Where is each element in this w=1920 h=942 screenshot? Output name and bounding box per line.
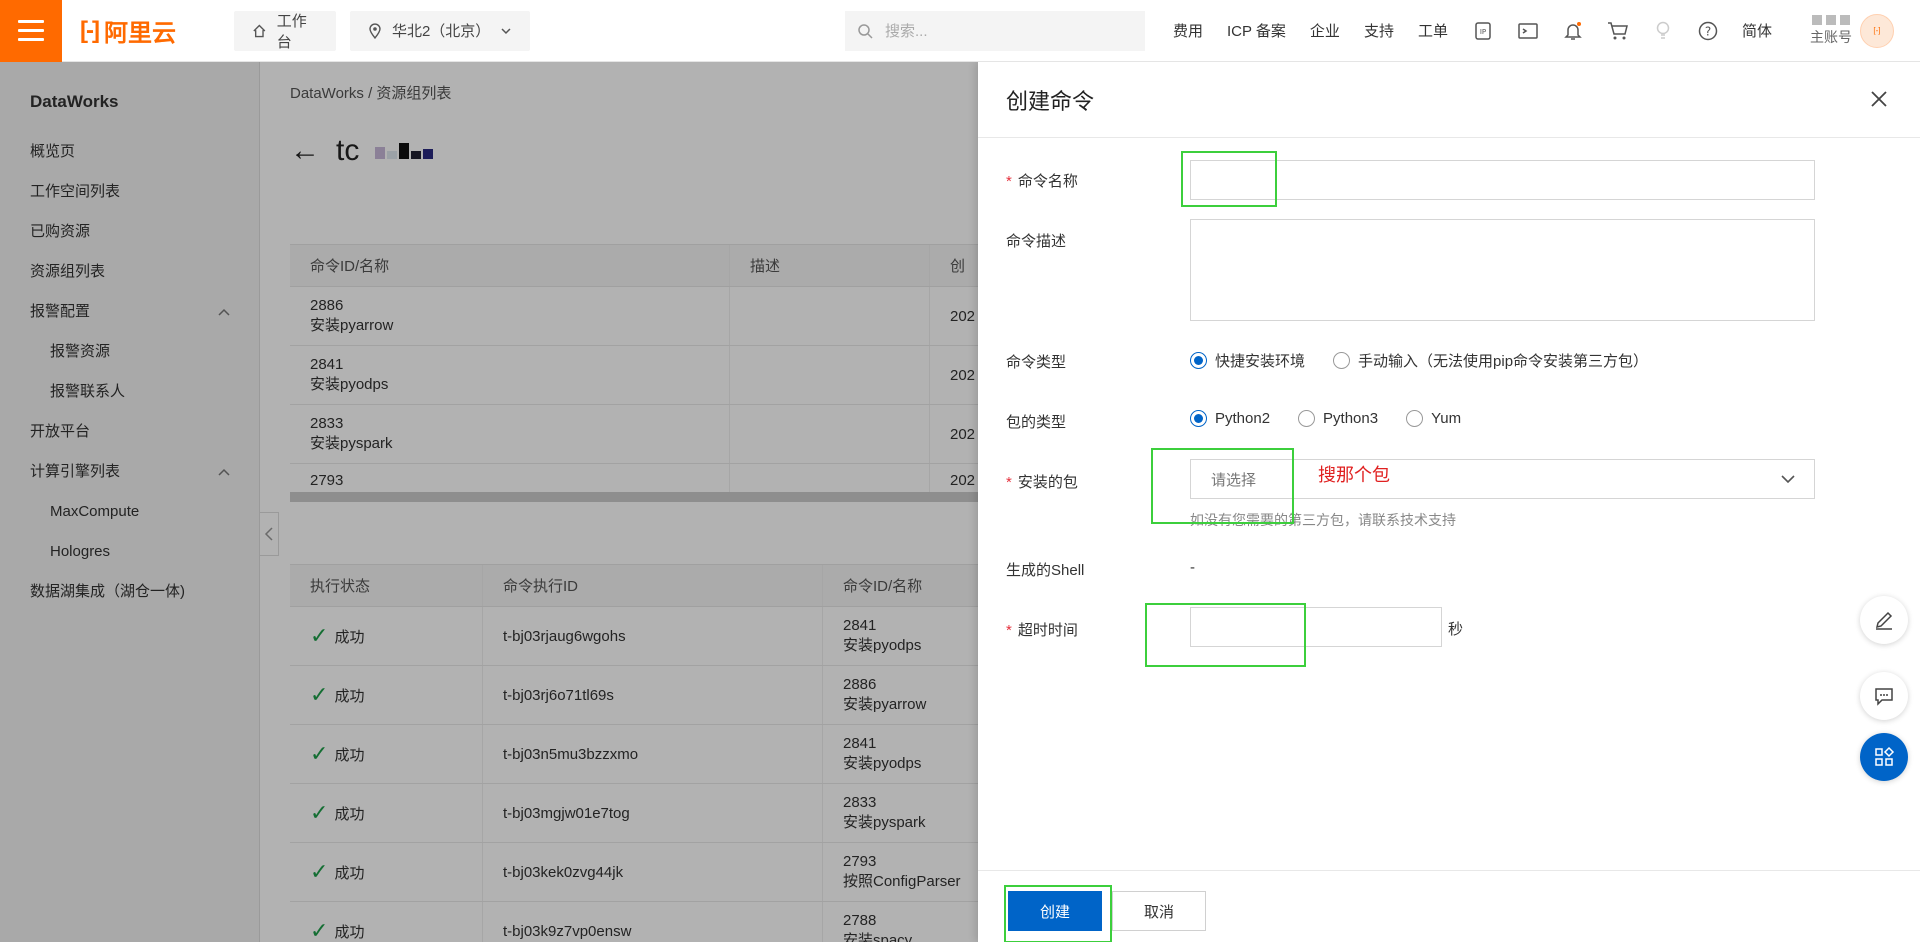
search-icon (858, 23, 873, 39)
help-icon[interactable]: ? (1697, 20, 1719, 42)
aliyun-logo[interactable]: [-] 阿里云 (80, 13, 200, 48)
search-placeholder: 搜索... (885, 23, 928, 40)
nav-billing[interactable]: 费用 (1173, 20, 1203, 41)
package-type-radio-group: Python2 Python3 Yum (1190, 410, 1461, 427)
language-switch[interactable]: 简体 (1742, 20, 1772, 41)
command-name-label: * 命令名称 (1006, 173, 1078, 190)
chevron-down-icon (501, 27, 511, 34)
home-icon (253, 24, 266, 37)
cancel-button[interactable]: 取消 (1112, 891, 1206, 931)
top-nav: 费用 ICP 备案 企业 支持 工单 IP ? 简体 (1173, 20, 1796, 42)
global-search-input[interactable]: 搜索... (845, 10, 1145, 51)
shell-label: 生成的Shell (1006, 562, 1085, 579)
nav-ticket[interactable]: 工单 (1418, 20, 1448, 41)
drawer-header: 创建命令 (978, 62, 1920, 138)
chat-button[interactable] (1860, 672, 1908, 720)
package-type-label: 包的类型 (1006, 414, 1067, 431)
cart-icon[interactable] (1607, 20, 1629, 42)
package-label: * 安装的包 (1006, 474, 1078, 491)
workbench-label: 工作台 (276, 12, 307, 51)
annotation-box-name (1181, 151, 1277, 207)
avatar[interactable]: [-] (1859, 13, 1894, 48)
annotation-box-package (1151, 448, 1294, 524)
radio-python2[interactable]: Python2 (1190, 410, 1270, 427)
bell-icon[interactable] (1562, 20, 1584, 42)
chat-icon (1875, 688, 1893, 706)
pen-icon (1875, 611, 1893, 630)
command-desc-textarea[interactable] (1190, 219, 1815, 321)
terminal-icon[interactable] (1517, 20, 1539, 42)
timeout-unit: 秒 (1448, 621, 1464, 638)
modal-overlay[interactable] (0, 62, 980, 942)
drawer-title: 创建命令 (1006, 88, 1095, 114)
region-label: 华北2（北京） (391, 23, 491, 40)
command-type-label: 命令类型 (1006, 354, 1067, 371)
apps-button[interactable] (1860, 733, 1908, 781)
annotation-text: 搜那个包 (1318, 465, 1390, 486)
region-selector[interactable]: 华北2（北京） (350, 10, 530, 51)
workbench-button[interactable]: 工作台 (234, 10, 336, 51)
chevron-down-icon (1781, 475, 1795, 484)
command-desc-label: 命令描述 (1006, 233, 1067, 250)
top-bar: [-] 阿里云 工作台 华北2（北京） 搜索... 费用 ICP 备案 企业 支… (0, 0, 1920, 62)
command-name-input[interactable] (1190, 160, 1815, 200)
radio-manual-input[interactable]: 手动输入（无法使用pip命令安装第三方包） (1333, 350, 1648, 371)
nav-support[interactable]: 支持 (1364, 20, 1394, 41)
svg-text:IP: IP (1480, 28, 1486, 36)
shell-value: - (1190, 559, 1195, 576)
create-command-drawer: 创建命令 * 命令名称 命令描述 命令类型 快捷安装环境 手动输入（无法使用pip… (978, 62, 1920, 942)
logo-text: 阿里云 (103, 20, 176, 47)
location-icon (369, 22, 381, 39)
masked-username (1811, 14, 1850, 25)
hamburger-menu-button[interactable] (0, 0, 62, 62)
timeout-label: * 超时时间 (1006, 622, 1078, 639)
nav-enterprise[interactable]: 企业 (1310, 20, 1340, 41)
radio-quick-install[interactable]: 快捷安装环境 (1190, 350, 1305, 371)
lightbulb-icon[interactable] (1652, 20, 1674, 42)
drawer-footer: 创建 取消 (978, 870, 1920, 942)
annotation-box-create (1004, 885, 1112, 942)
radio-python3[interactable]: Python3 (1298, 410, 1378, 427)
nav-icp[interactable]: ICP 备案 (1227, 20, 1286, 41)
annotation-box-timeout (1145, 603, 1306, 667)
ip-icon[interactable]: IP (1472, 20, 1494, 42)
logo-bracket-icon: [-] (80, 16, 100, 44)
account-menu[interactable]: 主账号 [-] (1809, 13, 1894, 48)
edit-feedback-button[interactable] (1860, 596, 1908, 644)
account-type: 主账号 (1809, 28, 1852, 45)
apps-grid-icon (1875, 746, 1895, 766)
radio-yum[interactable]: Yum (1406, 410, 1461, 427)
close-icon[interactable] (1868, 88, 1890, 110)
svg-text:?: ? (1705, 24, 1711, 38)
account-info: 主账号 (1809, 14, 1852, 47)
command-type-radio-group: 快捷安装环境 手动输入（无法使用pip命令安装第三方包） (1190, 350, 1648, 371)
